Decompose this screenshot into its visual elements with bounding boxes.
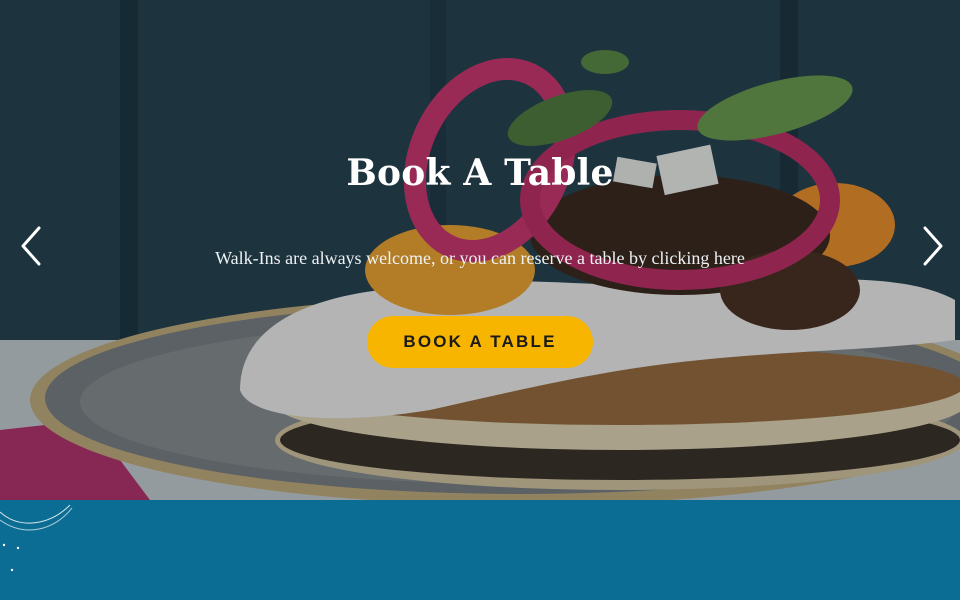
hero-subtitle[interactable]: Walk-Ins are always welcome, or you can … [0,248,960,269]
chevron-right-icon [923,226,943,266]
section-band [0,500,960,600]
carousel-prev-button[interactable] [17,224,45,268]
book-a-table-button[interactable]: BOOK A TABLE [367,316,593,368]
chevron-left-icon [21,226,41,266]
carousel-next-button[interactable] [919,224,947,268]
decorative-line-art [0,504,73,572]
hero-title: Book A Table [346,152,614,194]
hero-banner: Book A Table Walk-Ins are always welcome… [0,0,960,500]
